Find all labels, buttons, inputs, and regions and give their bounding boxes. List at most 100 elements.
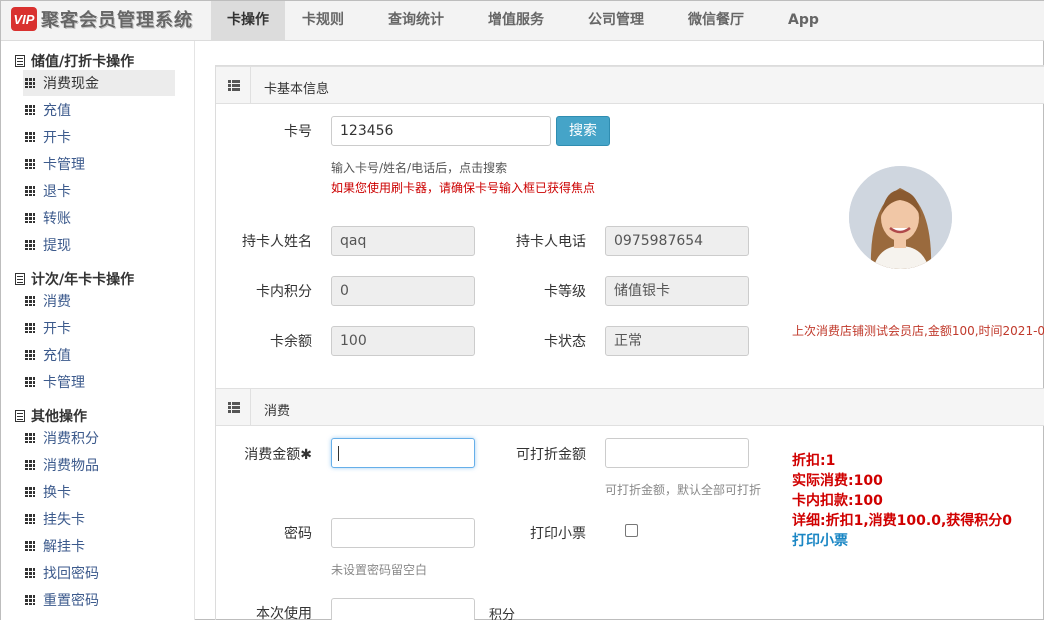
nav-card-operations[interactable]: 卡操作 [211,1,285,40]
card-points-field[interactable]: 0 [331,276,475,306]
sidebar-item-replace-card[interactable]: 换卡 [23,479,175,505]
summary-detail: 详细:折扣1,消费100.0,获得积分0 [792,513,1013,529]
sidebar-item-withdraw[interactable]: 提现 [23,232,175,258]
sidebar-group-title: 储值/打折卡操作 [31,54,135,70]
grid-icon [25,433,35,443]
grid-icon [25,568,35,578]
sidebar-item-card-management[interactable]: 卡管理 [23,151,175,177]
card-number-label: 卡号 [284,124,312,140]
app-title: 聚客会员管理系统 [41,10,193,31]
card-info-title: 卡基本信息 [264,82,330,97]
summary-card-deduct: 卡内扣款:100 [792,493,883,509]
grid-icon [25,350,35,360]
discountable-amount-label: 可打折金额 [516,447,586,463]
sidebar-item-label: 消费现金 [43,76,99,92]
card-level-label: 卡等级 [544,284,586,300]
list-doc-icon [15,273,25,285]
grid-icon [25,213,35,223]
sidebar: 储值/打折卡操作 消费现金 充值 开卡 卡管理 退卡 转账 提现 计次/年卡卡操… [1,41,195,620]
use-points-label: 本次使用 [256,606,312,620]
sidebar-item-consume-cash[interactable]: 消费现金 [23,70,175,96]
sidebar-item-label: 开卡 [43,130,71,146]
sidebar-group-stored-value: 储值/打折卡操作 [15,51,134,71]
points-unit-label: 积分 [489,608,516,620]
consume-header: 消费 [216,388,1044,426]
card-status-label: 卡状态 [544,334,586,350]
sidebar-item-label: 挂失卡 [43,512,85,528]
sidebar-item-recover-password[interactable]: 找回密码 [23,560,175,586]
sidebar-item-report-loss[interactable]: 挂失卡 [23,506,175,532]
grid-icon [25,323,35,333]
nav-wechat-restaurant[interactable]: 微信餐厅 [673,1,759,40]
sidebar-item-label: 退卡 [43,184,71,200]
sidebar-item-recharge-count-card[interactable]: 充值 [23,342,175,368]
password-label: 密码 [284,526,312,542]
sidebar-item-open-count-card[interactable]: 开卡 [23,315,175,341]
grid-icon [25,541,35,551]
required-mark-icon: ✱ [300,447,312,463]
sidebar-item-open-card[interactable]: 开卡 [23,124,175,150]
consume-amount-input[interactable] [331,438,475,468]
sidebar-item-consume[interactable]: 消费 [23,288,175,314]
card-balance-label: 卡余额 [270,334,312,350]
consume-amount-label: 消费金额✱ [244,447,312,463]
nav-query-statistics[interactable]: 查询统计 [373,1,459,40]
password-hint: 未设置密码留空白 [331,563,428,577]
card-status-field[interactable]: 正常 [605,326,749,356]
member-avatar [849,166,952,269]
sidebar-item-label: 转账 [43,211,71,227]
grid-icon [25,377,35,387]
sidebar-item-label: 卡管理 [43,375,85,391]
search-button[interactable]: 搜索 [556,116,610,146]
holder-name-label: 持卡人姓名 [242,234,312,250]
grid-icon [25,132,35,142]
print-receipt-checkbox[interactable] [625,524,638,537]
password-input[interactable] [331,518,475,548]
nav-card-rules[interactable]: 卡规则 [287,1,359,40]
card-number-input[interactable]: 123456 [331,116,551,146]
vip-logo-icon: VIP [11,7,37,31]
grid-icon [25,240,35,250]
sidebar-item-label: 换卡 [43,485,71,501]
sidebar-item-unlock-card[interactable]: 解挂卡 [23,533,175,559]
sidebar-item-label: 消费积分 [43,431,99,447]
consume-title: 消费 [264,404,291,419]
print-receipt-label: 打印小票 [530,526,586,542]
print-receipt-link[interactable]: 打印小票 [792,530,848,550]
sidebar-item-consume-points[interactable]: 消费积分 [23,425,175,451]
list-doc-icon [15,55,25,67]
sidebar-item-label: 开卡 [43,321,71,337]
sidebar-item-label: 重置密码 [43,593,99,609]
last-consume-info: 上次消费店铺测试会员店,金额100,时间2021-09 [792,324,1044,338]
sidebar-item-transfer[interactable]: 转账 [23,205,175,231]
sidebar-item-label: 消费物品 [43,458,99,474]
list-icon [228,402,240,413]
sidebar-group-count-card: 计次/年卡卡操作 [15,269,134,289]
sidebar-item-reset-password[interactable]: 重置密码 [23,587,175,613]
nav-app[interactable]: App [773,1,834,40]
sidebar-group-title: 计次/年卡卡操作 [31,272,135,288]
card-balance-field[interactable]: 100 [331,326,475,356]
sidebar-item-label: 卡管理 [43,157,85,173]
grid-icon [25,514,35,524]
main-nav: 卡操作 卡规则 查询统计 增值服务 公司管理 微信餐厅 App [211,1,848,40]
grid-icon [25,78,35,88]
discountable-amount-input[interactable] [605,438,749,468]
nav-value-added[interactable]: 增值服务 [473,1,559,40]
nav-company-management[interactable]: 公司管理 [573,1,659,40]
card-level-field[interactable]: 储值银卡 [605,276,749,306]
member-photo-box [792,127,992,319]
summary-discount: 折扣:1 [792,453,836,469]
use-points-input[interactable] [331,598,475,620]
member-photo-icon [849,166,952,269]
sidebar-item-consume-goods[interactable]: 消费物品 [23,452,175,478]
grid-icon [25,487,35,497]
sidebar-item-return-card[interactable]: 退卡 [23,178,175,204]
sidebar-item-count-card-management[interactable]: 卡管理 [23,369,175,395]
holder-name-field[interactable]: qaq [331,226,475,256]
sidebar-item-recharge[interactable]: 充值 [23,97,175,123]
list-doc-icon [15,410,25,422]
holder-phone-field[interactable]: 0975987654 [605,226,749,256]
app-logo[interactable]: VIP 聚客会员管理系统 [11,6,193,32]
sidebar-item-label: 消费 [43,294,71,310]
